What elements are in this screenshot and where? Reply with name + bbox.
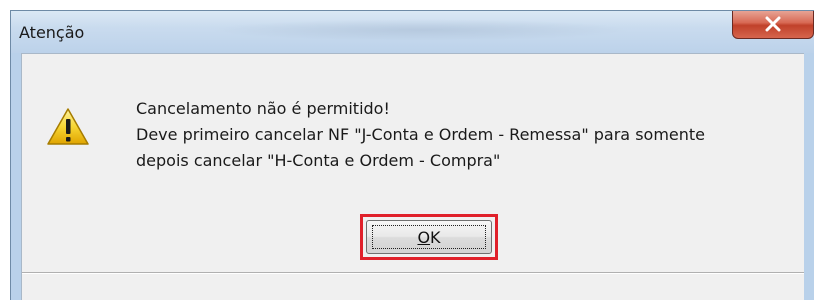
warning-icon (46, 107, 90, 147)
message-line: Cancelamento não é permitido! (136, 99, 390, 118)
close-icon (764, 16, 782, 32)
dialog-body: Cancelamento não é permitido! Deve prime… (21, 53, 804, 300)
screen: Atenção Cancelamento não é permitido! De… (0, 0, 814, 300)
message-line: Deve primeiro cancelar NF "J-Conta e Ord… (136, 125, 706, 144)
ok-button[interactable]: OK (366, 220, 492, 254)
dialog-footer-bar (22, 272, 804, 300)
message-text: Cancelamento não é permitido! Deve prime… (136, 96, 705, 174)
dialog-window: Atenção Cancelamento não é permitido! De… (10, 10, 814, 300)
dialog-titlebar[interactable]: Atenção (11, 11, 814, 53)
message-line: depois cancelar "H-Conta e Ordem - Compr… (136, 151, 501, 170)
ok-label-rest: K (430, 227, 441, 247)
ok-button-label: OK (417, 228, 440, 247)
close-button[interactable] (732, 11, 814, 39)
ok-mnemonic: O (417, 227, 431, 247)
dialog-title: Atenção (19, 23, 85, 42)
